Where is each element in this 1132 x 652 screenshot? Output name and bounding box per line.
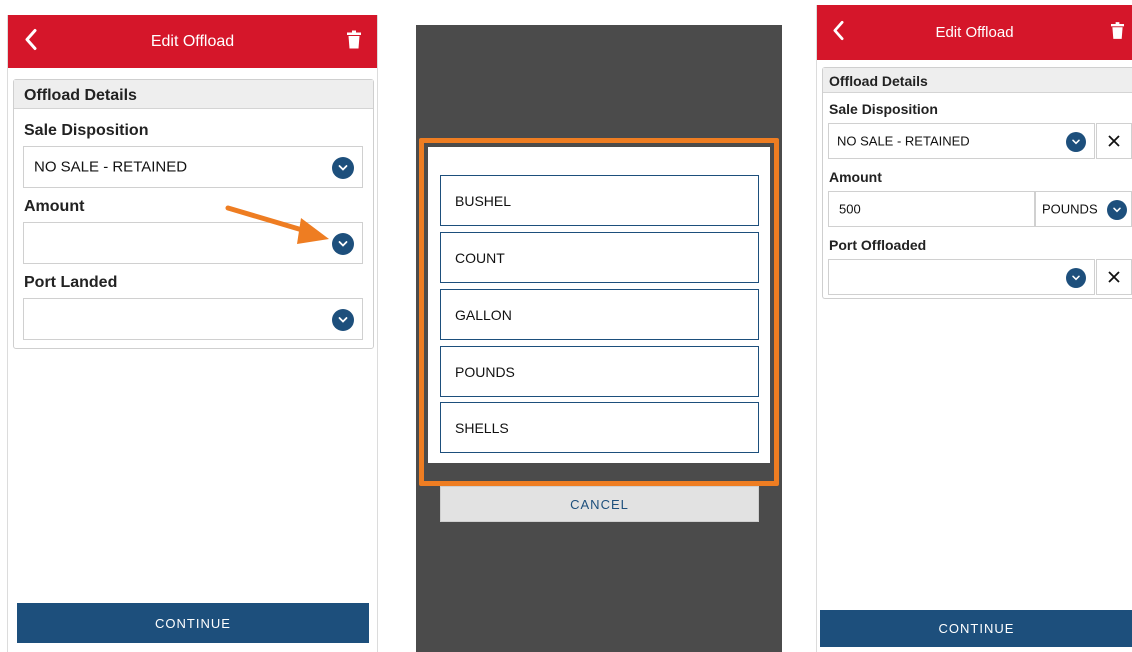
chevron-down-icon[interactable] (1066, 268, 1086, 288)
chevron-down-icon[interactable] (1066, 132, 1086, 152)
sale-disposition-select[interactable]: NO SALE - RETAINED (828, 123, 1095, 159)
sale-disposition-select[interactable]: NO SALE - RETAINED (23, 146, 363, 188)
phone-frame: Edit Offload Offload Details Sale Dispos… (7, 15, 378, 652)
amount-unit-value: POUNDS (1042, 201, 1098, 217)
port-offloaded-select[interactable] (828, 259, 1095, 295)
clear-port-offloaded-button[interactable] (1096, 259, 1132, 295)
unit-picker-screen: BUSHEL COUNT GALLON POUNDS SHELLS CANCEL (416, 0, 782, 652)
continue-button[interactable]: CONTINUE (17, 603, 369, 643)
sale-disposition-label: Sale Disposition (24, 122, 149, 139)
continue-button[interactable]: CONTINUE (820, 610, 1132, 647)
close-icon (1108, 135, 1120, 147)
clear-sale-disposition-button[interactable] (1096, 123, 1132, 159)
cancel-button[interactable]: CANCEL (440, 486, 759, 522)
option-bushel[interactable]: BUSHEL (440, 175, 759, 226)
phone-frame: Edit Offload Offload Details Sale Dispos… (816, 5, 1132, 652)
amount-label: Amount (24, 198, 85, 215)
back-chevron-icon[interactable] (832, 20, 845, 45)
option-label: BUSHEL (455, 192, 512, 209)
option-label: SHELLS (455, 419, 509, 436)
close-icon (1108, 271, 1120, 283)
right-screen: Edit Offload Offload Details Sale Dispos… (809, 0, 1132, 652)
app-header: Edit Offload (8, 15, 377, 68)
offload-details-card: Offload Details Sale Disposition NO SALE… (822, 67, 1132, 299)
option-count[interactable]: COUNT (440, 232, 759, 283)
option-pounds[interactable]: POUNDS (440, 346, 759, 397)
amount-label: Amount (829, 169, 882, 185)
option-gallon[interactable]: GALLON (440, 289, 759, 340)
option-label: POUNDS (455, 363, 515, 380)
amount-unit-select[interactable]: POUNDS (1035, 191, 1132, 227)
chevron-down-icon[interactable] (332, 309, 354, 331)
chevron-down-icon[interactable] (332, 233, 354, 255)
port-landed-select[interactable] (23, 298, 363, 340)
status-area (416, 0, 782, 25)
card-title: Offload Details (14, 80, 373, 109)
port-landed-label: Port Landed (24, 274, 118, 291)
amount-input[interactable]: 500 (828, 191, 1035, 227)
chevron-down-icon[interactable] (332, 157, 354, 179)
option-shells[interactable]: SHELLS (440, 402, 759, 453)
trash-icon[interactable] (1111, 21, 1124, 44)
left-screen: Edit Offload Offload Details Sale Dispos… (0, 0, 382, 652)
option-label: GALLON (455, 306, 512, 323)
chevron-down-icon[interactable] (1107, 200, 1127, 220)
option-label: COUNT (455, 249, 505, 266)
sale-disposition-value: NO SALE - RETAINED (837, 133, 970, 149)
header-title: Edit Offload (150, 32, 235, 50)
trash-icon[interactable] (347, 30, 361, 53)
amount-value: 500 (839, 201, 861, 217)
header-title: Edit Offload (935, 24, 1014, 41)
back-chevron-icon[interactable] (24, 28, 38, 55)
arrow-annotation-icon (225, 205, 329, 244)
app-header: Edit Offload (817, 5, 1132, 60)
sale-disposition-value: NO SALE - RETAINED (34, 158, 188, 176)
sale-disposition-label: Sale Disposition (829, 101, 938, 117)
port-offloaded-label: Port Offloaded (829, 237, 927, 253)
card-title: Offload Details (823, 68, 1132, 93)
